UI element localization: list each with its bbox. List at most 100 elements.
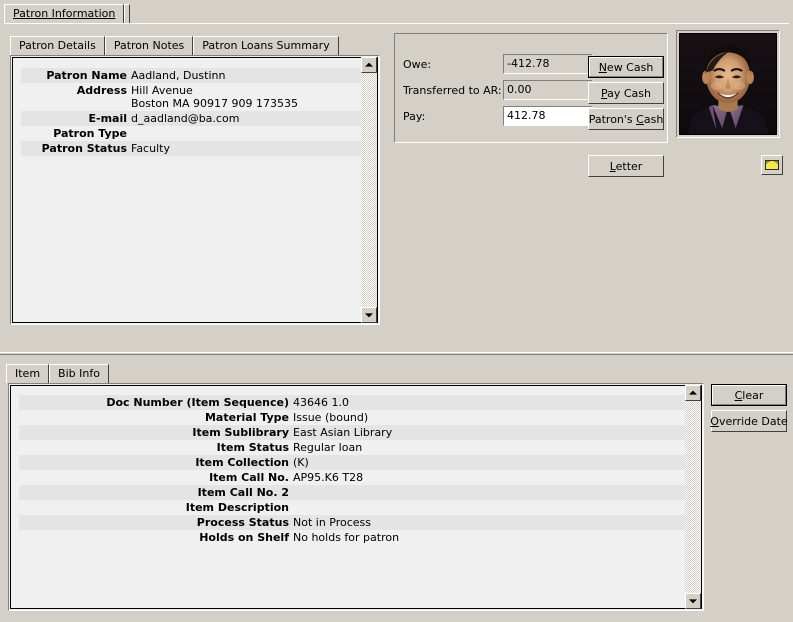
table-row[interactable]: Item Call No. 2 — [19, 485, 693, 500]
override-date-button[interactable]: Override Date — [710, 410, 788, 432]
pay-cash-button-label: Pay Cash — [600, 86, 651, 100]
row-label: Item Collection — [19, 455, 291, 470]
patron-details-table: Patron Name Aadland, Dustinn Address Hill A… — [21, 68, 369, 156]
table-row[interactable]: Patron Name Aadland, Dustinn — [21, 68, 369, 83]
patron-information-panel: Patron Information Patron Details Patron… — [0, 0, 793, 352]
patron-details-fields: Patron Name Aadland, Dustinn Address Hill A… — [13, 58, 377, 156]
row-value: Issue (bound) — [293, 411, 369, 424]
row-value: East Asian Library — [291, 425, 693, 440]
row-label: Patron Name — [21, 68, 129, 83]
table-row[interactable]: Holds on Shelf No holds for patron — [19, 530, 693, 545]
new-cash-button[interactable]: New Cash — [588, 56, 664, 78]
tab-patron-information[interactable]: Patron Information — [4, 4, 125, 23]
patron-photo — [679, 33, 777, 135]
row-label: Item Call No. 2 — [19, 485, 291, 500]
tab-bib-info-label: Bib Info — [58, 367, 100, 380]
table-row[interactable]: Process Status Not in Process — [19, 515, 693, 530]
item-details-table: Doc Number (Item Sequence) 43646 1.0 Mater… — [19, 395, 693, 545]
tab-patron-loans-summary[interactable]: Patron Loans Summary — [193, 36, 339, 55]
row-value: Hill Avenue Boston MA 90917 909 173535 — [131, 84, 299, 110]
item-information-panel: Item Bib Info Doc Number (Item Sequence)… — [0, 356, 793, 622]
row-label: Item Sublibrary — [19, 425, 291, 440]
new-cash-button-label: New Cash — [598, 60, 654, 74]
row-value — [291, 485, 693, 500]
table-row[interactable]: Doc Number (Item Sequence) 43646 1.0 — [19, 395, 693, 410]
scroll-down-icon[interactable] — [685, 593, 701, 609]
row-value — [129, 126, 369, 141]
table-row[interactable]: Item Status Regular loan — [19, 440, 693, 455]
item-tabstrip: Item Bib Info — [6, 364, 109, 383]
tab-item-label: Item — [15, 367, 41, 380]
transferred-to-ar-field: 0.00 — [503, 80, 593, 100]
tab-patron-notes[interactable]: Patron Notes — [104, 36, 194, 55]
table-row[interactable]: Item Description — [19, 500, 693, 515]
outer-tabstrip: Patron Information — [4, 4, 131, 24]
scroll-down-icon[interactable] — [361, 307, 377, 323]
clear-button[interactable]: Clear — [711, 384, 787, 406]
item-details-fields: Doc Number (Item Sequence) 43646 1.0 Mater… — [11, 386, 701, 545]
patron-details-list-content: Patron Name Aadland, Dustinn Address Hill A… — [12, 57, 378, 323]
row-value: 43646 1.0 — [291, 395, 693, 410]
row-label: Holds on Shelf — [199, 531, 289, 544]
patron-photo-frame — [676, 30, 780, 138]
clear-button-label: Clear — [734, 388, 764, 402]
table-row[interactable]: Item Call No. AP95.K6 T28 — [19, 470, 693, 485]
table-row[interactable]: Material Type Issue (bound) — [19, 410, 693, 425]
panel-divider — [0, 352, 793, 355]
tab-patron-details-label: Patron Details — [19, 39, 96, 52]
owe-label: Owe: — [403, 58, 432, 71]
send-email-button[interactable] — [761, 155, 783, 175]
item-details-list: Doc Number (Item Sequence) 43646 1.0 Mater… — [8, 383, 704, 611]
row-value: AP95.K6 T28 — [293, 471, 364, 484]
row-label: Item Status — [216, 441, 289, 454]
tab-bib-info[interactable]: Bib Info — [49, 364, 109, 383]
table-row[interactable]: Patron Status Faculty — [21, 141, 369, 156]
table-row[interactable]: Item Sublibrary East Asian Library — [19, 425, 693, 440]
override-date-button-label: Override Date — [710, 414, 788, 428]
row-value: (K) — [291, 455, 693, 470]
item-details-list-content: Doc Number (Item Sequence) 43646 1.0 Mater… — [10, 385, 702, 609]
row-value: Aadland, Dustinn — [129, 68, 369, 83]
row-label: Patron Type — [53, 127, 127, 140]
letter-button[interactable]: Letter — [588, 155, 664, 177]
pay-label: Pay: — [403, 110, 426, 123]
pay-input[interactable]: 412.78 — [503, 106, 593, 126]
letter-button-label: Letter — [609, 159, 643, 173]
row-label: Item Call No. — [209, 471, 289, 484]
row-label: Patron Status — [21, 141, 129, 156]
row-value: Faculty — [129, 141, 369, 156]
row-label: Doc Number (Item Sequence) — [19, 395, 291, 410]
pay-cash-button[interactable]: Pay Cash — [588, 82, 664, 104]
table-row[interactable]: Item Collection (K) — [19, 455, 693, 470]
tab-patron-information-label: Patron Information — [13, 7, 116, 20]
row-value — [291, 500, 693, 515]
row-label: Item Description — [185, 501, 289, 514]
tab-patron-notes-label: Patron Notes — [113, 39, 185, 52]
table-row[interactable]: Patron Type — [21, 126, 369, 141]
item-details-scrollbar[interactable] — [685, 385, 701, 609]
envelope-icon — [765, 160, 779, 170]
patron-details-scrollbar[interactable] — [361, 57, 377, 323]
table-row[interactable]: E-mail d_aadland@ba.com — [21, 111, 369, 126]
tab-item[interactable]: Item — [6, 364, 50, 383]
tab-patron-details[interactable]: Patron Details — [10, 36, 105, 55]
transferred-to-ar-label: Transferred to AR: — [403, 84, 502, 97]
row-value: Regular loan — [293, 441, 363, 454]
row-label: E-mail — [21, 111, 129, 126]
row-value: No holds for patron — [293, 531, 400, 544]
row-label: Address — [76, 84, 127, 97]
tab-patron-loans-summary-label: Patron Loans Summary — [202, 39, 330, 52]
patrons-cash-button-label: Patron's Cash — [588, 112, 664, 126]
outer-tabstrip-spacer — [124, 4, 131, 23]
patron-details-list: Patron Name Aadland, Dustinn Address Hill A… — [10, 55, 380, 325]
scroll-up-icon[interactable] — [685, 385, 701, 401]
application-window: Patron Information Patron Details Patron… — [0, 0, 793, 622]
outer-tab-underline — [4, 23, 789, 24]
row-value: Not in Process — [291, 515, 693, 530]
owe-field: -412.78 — [503, 54, 593, 74]
patron-tabstrip: Patron Details Patron Notes Patron Loans… — [10, 36, 339, 55]
patron-photo-image — [680, 34, 776, 134]
scroll-up-icon[interactable] — [361, 57, 377, 73]
table-row[interactable]: Address Hill Avenue Boston MA 90917 909 1… — [21, 83, 369, 111]
patrons-cash-button[interactable]: Patron's Cash — [588, 108, 664, 130]
